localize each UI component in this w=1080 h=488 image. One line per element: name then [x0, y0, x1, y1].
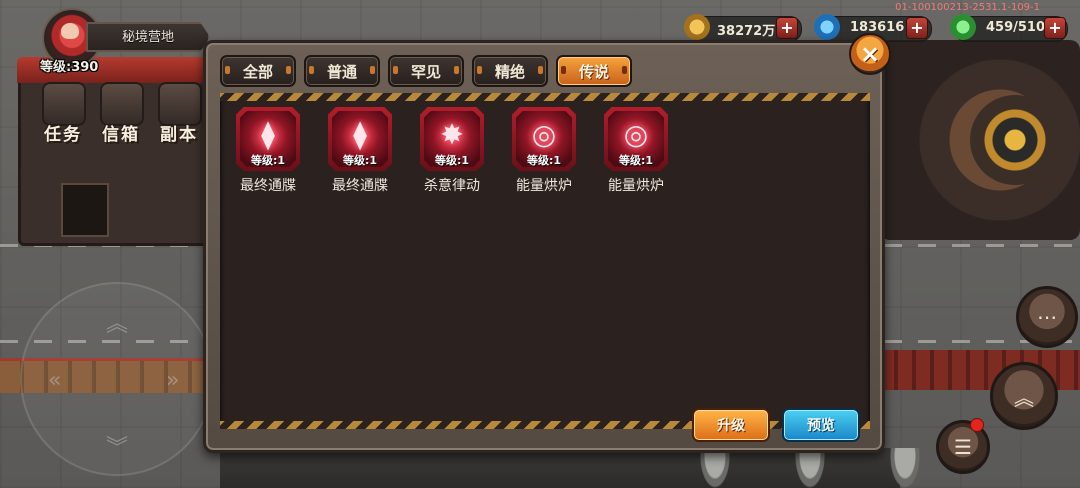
- item-frame: ⧫ 等级:1: [328, 107, 392, 171]
- arrow-left-icon: «: [48, 368, 62, 393]
- chevron-up-icon: ︽: [1014, 385, 1034, 410]
- task-label: 任务: [44, 125, 82, 145]
- close-button[interactable]: ×: [849, 33, 891, 75]
- street-post: [700, 448, 730, 488]
- arrow-down-icon: ︾: [106, 436, 129, 461]
- rank-up-button[interactable]: ︽: [990, 362, 1058, 430]
- add-gem-button[interactable]: +: [906, 17, 928, 39]
- add-gold-button[interactable]: +: [776, 17, 798, 39]
- build-id-text: 01-100100213-2531.1-109-1: [895, 2, 1040, 13]
- legendary-items-panel: 全部 普通 罕见 精绝 传说 ⧫ 等级:1 最终通牒 ⧫ 等级:1 最终通牒 ✸…: [203, 40, 885, 453]
- item-level: 等级:1: [618, 154, 654, 167]
- item-level: 等级:1: [526, 154, 562, 167]
- item-level: 等级:1: [434, 154, 470, 167]
- skill-icon: ⋯: [1037, 305, 1057, 329]
- gem-amount: 183616: [850, 20, 905, 35]
- item-level: 等级:1: [250, 154, 286, 167]
- item-card[interactable]: ◎ 等级:1 能量烘炉: [604, 107, 668, 195]
- rarity-tab-bar: 全部 普通 罕见 精绝 传说: [220, 55, 632, 87]
- kite-shard-icon: ⧫: [353, 117, 367, 151]
- kite-shard-icon: ⧫: [261, 117, 275, 151]
- arrow-up-icon: ︽: [106, 312, 129, 337]
- upgrade-button[interactable]: 升级: [692, 408, 770, 442]
- item-frame: ◎ 等级:1: [512, 107, 576, 171]
- tab-rare[interactable]: 罕见: [388, 55, 464, 87]
- item-list-area: ⧫ 等级:1 最终通牒 ⧫ 等级:1 最终通牒 ✸ 等级:1 杀意律动 ◎ 等级…: [220, 93, 870, 429]
- item-name: 最终通牒: [332, 178, 388, 194]
- reactor-building-right: [880, 40, 1080, 240]
- tab-epic[interactable]: 精绝: [472, 55, 548, 87]
- tab-common[interactable]: 普通: [304, 55, 380, 87]
- tab-all[interactable]: 全部: [220, 55, 296, 87]
- notification-dot: [970, 418, 984, 432]
- add-energy-button[interactable]: +: [1044, 17, 1066, 39]
- item-card[interactable]: ◎ 等级:1 能量烘炉: [512, 107, 576, 195]
- hazard-stripe-top: [220, 93, 870, 101]
- reactor-core: [970, 95, 1060, 185]
- item-name: 杀意律动: [424, 178, 480, 194]
- core-orbit-icon: ◎: [623, 117, 649, 151]
- gold-amount: 38272万: [717, 24, 776, 39]
- core-orbit-icon: ◎: [531, 117, 557, 151]
- item-name: 能量烘炉: [516, 178, 572, 194]
- hazard-stripe-bottom: [220, 421, 870, 429]
- item-frame: ◎ 等级:1: [604, 107, 668, 171]
- arrow-right-icon: »: [166, 368, 180, 393]
- location-name: 秘境营地: [122, 30, 175, 45]
- street-post: [795, 448, 825, 488]
- building-door: [61, 183, 109, 237]
- item-card[interactable]: ✸ 等级:1 杀意律动: [420, 107, 484, 195]
- green-energy-icon: [950, 14, 976, 40]
- mailbox-label: 信箱: [102, 125, 140, 145]
- blue-gem-icon: [814, 14, 840, 40]
- street-post: [890, 448, 920, 488]
- energy-amount: 459/510: [986, 20, 1046, 35]
- dungeon-label: 副本: [160, 125, 198, 145]
- preview-button[interactable]: 预览: [782, 408, 860, 442]
- item-level: 等级:1: [342, 154, 378, 167]
- item-grid: ⧫ 等级:1 最终通牒 ⧫ 等级:1 最终通牒 ✸ 等级:1 杀意律动 ◎ 等级…: [236, 107, 668, 195]
- burst-wings-icon: ✸: [440, 117, 464, 151]
- item-name: 能量烘炉: [608, 178, 664, 194]
- item-name: 最终通牒: [240, 178, 296, 194]
- item-card[interactable]: ⧫ 等级:1 最终通牒: [236, 107, 300, 195]
- item-card[interactable]: ⧫ 等级:1 最终通牒: [328, 107, 392, 195]
- skill-button[interactable]: ⋯: [1016, 286, 1078, 348]
- item-frame: ✸ 等级:1: [420, 107, 484, 171]
- item-frame: ⧫ 等级:1: [236, 107, 300, 171]
- tab-legendary[interactable]: 传说: [556, 55, 632, 87]
- player-level: 等级:390: [40, 60, 99, 75]
- virtual-joystick[interactable]: ︽ ︾ « »: [20, 282, 214, 476]
- gold-coin-icon: [684, 14, 710, 40]
